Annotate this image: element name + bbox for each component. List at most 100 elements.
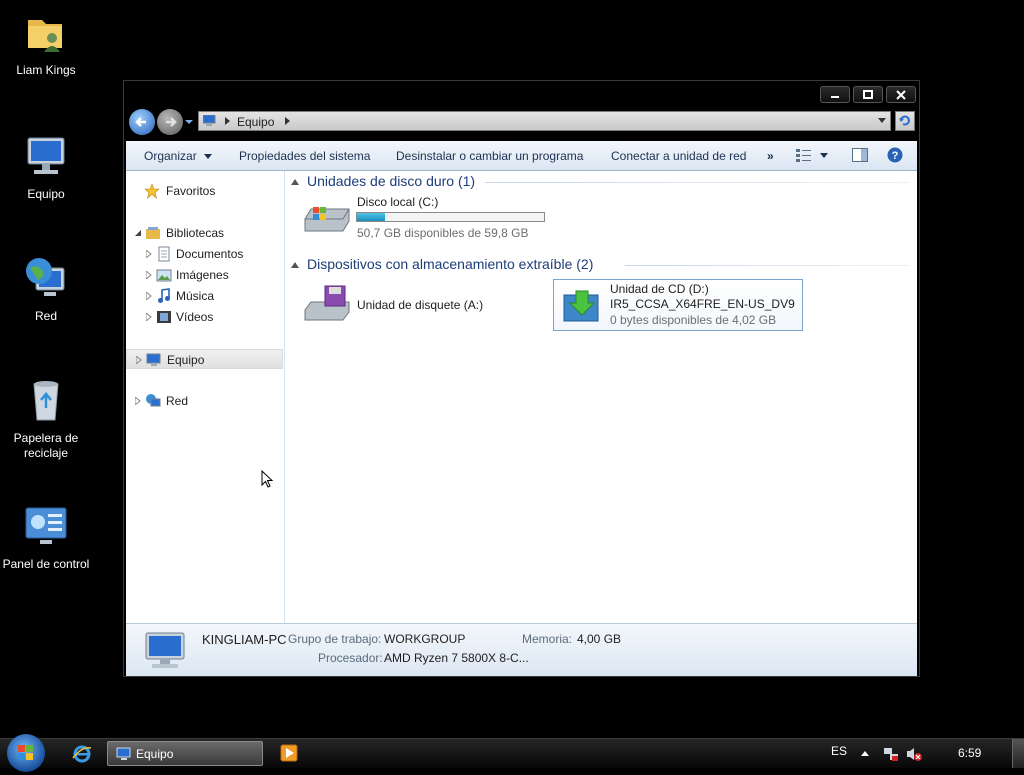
nav-label: Favoritos — [166, 184, 216, 198]
breadcrumb-equipo[interactable]: Equipo — [237, 115, 274, 129]
hard-drive-windows-icon — [304, 207, 350, 232]
nav-label: Vídeos — [176, 310, 214, 324]
desktop-icon-computer[interactable]: Equipo — [0, 132, 92, 202]
nav-label: Bibliotecas — [166, 226, 225, 240]
address-bar[interactable]: Equipo — [198, 111, 891, 131]
drive-volume-label: IR5_CCSA_X64FRE_EN-US_DV9 — [610, 297, 795, 311]
navigation-pane: Favoritos Bibliotecas Documentos Imágene… — [126, 171, 285, 623]
nav-item-music[interactable]: Música — [126, 286, 283, 306]
group-collapse-icon[interactable] — [291, 261, 299, 269]
computer-icon — [27, 137, 65, 174]
nav-item-images[interactable]: Imágenes — [126, 265, 283, 285]
expand-triangle-icon[interactable] — [146, 313, 152, 321]
network-globe-icon — [26, 258, 65, 296]
computer-small-icon — [116, 747, 131, 760]
show-desktop-button[interactable] — [1012, 739, 1024, 768]
nav-item-videos[interactable]: Vídeos — [126, 307, 283, 327]
computer-name: KINGLIAM-PC — [202, 632, 287, 647]
group-divider — [625, 265, 910, 266]
organize-label: Organizar — [144, 149, 197, 163]
taskbar-window-equipo[interactable]: Equipo — [107, 741, 263, 766]
memory-label: Memoria: — [522, 632, 573, 646]
computer-small-icon — [203, 115, 216, 126]
expand-triangle-icon[interactable] — [146, 250, 152, 258]
drive-free-space: 0 bytes disponibles de 4,02 GB — [610, 313, 777, 327]
desktop-icon-recycle-bin[interactable]: Papelera de reciclaje — [0, 376, 92, 461]
disk-usage-fill — [357, 213, 386, 221]
close-button[interactable] — [886, 86, 916, 103]
preview-pane-button[interactable] — [852, 148, 868, 165]
minimize-button[interactable] — [820, 86, 850, 103]
view-options-icon — [796, 149, 828, 162]
maximize-button[interactable] — [853, 86, 883, 103]
nav-item-documents[interactable]: Documentos — [126, 244, 283, 264]
group-header-removable[interactable]: Dispositivos con almacenamiento extraíbl… — [307, 256, 593, 272]
windows-logo-icon — [18, 745, 33, 760]
network-icon — [146, 394, 161, 407]
show-hidden-icons-chevron-icon[interactable] — [861, 751, 869, 757]
refresh-icon — [899, 115, 910, 126]
help-button[interactable]: ? — [887, 147, 903, 166]
user-folder-icon — [28, 20, 62, 52]
map-network-drive-button[interactable]: Conectar a unidad de red — [611, 149, 746, 163]
maximize-icon — [863, 89, 873, 99]
desktop-icon-control-panel[interactable]: Panel de control — [0, 502, 92, 572]
drive-floppy-a[interactable]: Unidad de disquete (A:) — [303, 284, 533, 324]
title-bar[interactable] — [124, 81, 919, 109]
expand-triangle-icon[interactable] — [136, 356, 142, 364]
group-header-hard-disks[interactable]: Unidades de disco duro (1) — [307, 173, 475, 189]
desktop-icon-network[interactable]: Red — [0, 254, 92, 324]
group-divider — [485, 182, 910, 183]
group-collapse-icon[interactable] — [291, 178, 299, 186]
expand-triangle-icon[interactable] — [146, 292, 152, 300]
organize-button[interactable]: Organizar — [144, 149, 213, 163]
back-button[interactable] — [129, 109, 155, 135]
expand-triangle-icon[interactable] — [135, 397, 141, 405]
computer-large-icon — [145, 632, 185, 668]
expand-triangle-icon[interactable] — [146, 271, 152, 279]
language-indicator[interactable]: ES — [831, 744, 847, 758]
nav-item-computer[interactable]: Equipo — [126, 349, 283, 369]
documents-icon — [158, 246, 170, 262]
media-player-icon[interactable] — [280, 744, 298, 762]
help-icon: ? — [887, 147, 903, 163]
nav-item-libraries[interactable]: Bibliotecas — [126, 223, 283, 243]
content-pane: Unidades de disco duro (1) Disco local (… — [285, 171, 917, 623]
drive-local-disk-c[interactable]: Disco local (C:) 50,7 GB disponibles de … — [303, 195, 549, 240]
internet-explorer-icon[interactable] — [72, 744, 92, 764]
volume-muted-icon[interactable] — [906, 746, 922, 762]
computer-icon — [146, 353, 161, 366]
minimize-icon — [831, 95, 839, 98]
desktop-icon-label: Liam Kings — [16, 63, 76, 77]
nav-item-favorites[interactable]: Favoritos — [126, 181, 283, 201]
more-commands-button[interactable]: » — [767, 149, 774, 163]
nav-item-network[interactable]: Red — [126, 391, 283, 411]
desktop-icon-user-folder[interactable]: Liam Kings — [0, 8, 92, 78]
system-properties-button[interactable]: Propiedades del sistema — [239, 149, 370, 163]
workgroup-value: WORKGROUP — [384, 632, 466, 646]
network-status-icon[interactable] — [883, 746, 899, 762]
change-view-button[interactable] — [796, 148, 828, 165]
address-history-dropdown-icon[interactable] — [878, 118, 886, 124]
forward-button[interactable] — [157, 109, 183, 135]
clock[interactable]: 6:59 — [958, 746, 981, 760]
forward-arrow-icon — [166, 117, 177, 127]
desktop-icon-label: Equipo — [27, 187, 65, 201]
film-icon — [157, 311, 171, 323]
expanded-triangle-icon[interactable] — [134, 229, 142, 237]
breadcrumb-arrow-icon[interactable] — [285, 117, 291, 125]
refresh-button[interactable] — [895, 111, 915, 131]
breadcrumb-arrow-icon[interactable] — [225, 117, 231, 125]
nav-label: Equipo — [167, 353, 205, 367]
processor-value: AMD Ryzen 7 5800X 8-C... — [384, 651, 529, 665]
music-note-icon — [158, 288, 170, 303]
recent-pages-chevron-icon[interactable] — [185, 118, 193, 126]
preview-pane-icon — [852, 148, 868, 162]
drive-cd-d[interactable]: Unidad de CD (D:) IR5_CCSA_X64FRE_EN-US_… — [553, 279, 803, 331]
memory-value: 4,00 GB — [577, 632, 622, 646]
start-button[interactable] — [7, 734, 45, 772]
uninstall-program-button[interactable]: Desinstalar o cambiar un programa — [396, 149, 583, 163]
explorer-window: Equipo Organizar Propiedades del sistema… — [123, 80, 920, 677]
images-icon — [156, 269, 172, 282]
nav-label: Red — [166, 394, 189, 408]
